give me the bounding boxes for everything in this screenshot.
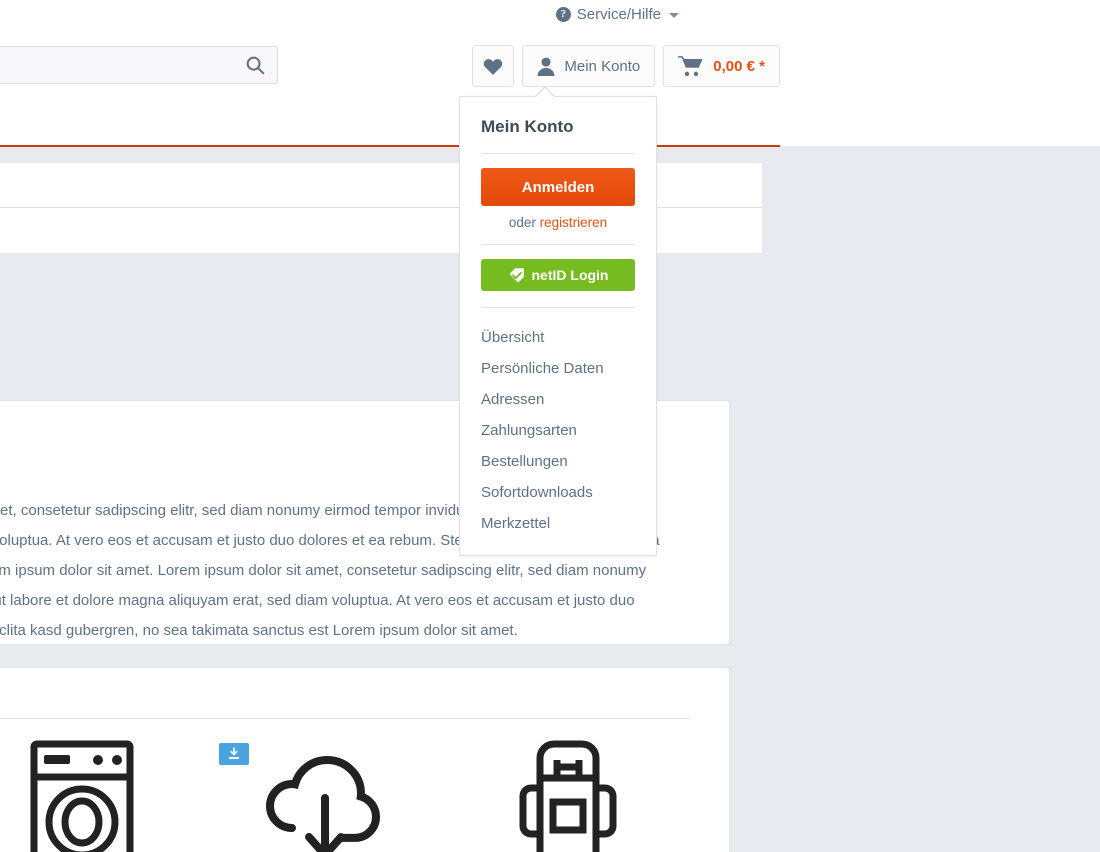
search-box[interactable] <box>0 46 278 84</box>
account-link-sofortdownloads[interactable]: Sofortdownloads <box>481 477 635 508</box>
backpack-icon <box>519 740 617 852</box>
register-prefix: oder <box>508 215 540 230</box>
divider <box>481 244 635 245</box>
service-help-menu[interactable]: ? Service/Hilfe <box>555 6 679 23</box>
account-link-bestellungen[interactable]: Bestellungen <box>481 446 635 477</box>
account-dropdown-links: Übersicht Persönliche Daten Adressen Zah… <box>481 322 635 539</box>
product-image[interactable] <box>457 730 680 852</box>
header-action-buttons: Mein Konto 0,00 € * <box>472 45 780 87</box>
account-link-zahlungsarten[interactable]: Zahlungsarten <box>481 415 635 446</box>
content-column: um sit amet, consetetur sadipscing elitr… <box>0 147 780 852</box>
question-circle-icon: ? <box>555 7 571 22</box>
login-button[interactable]: Anmelden <box>481 168 635 206</box>
product-card[interactable]: Hauptartikel mit ESD Download Inhalt 1 S… <box>203 730 446 852</box>
heart-icon <box>484 58 503 75</box>
page-background-gutter <box>780 146 1100 852</box>
netid-login-label: netID Login <box>531 267 609 283</box>
header-row: Mein Konto 0,00 € * <box>0 34 780 146</box>
product-listing-divider <box>0 718 690 719</box>
search-input[interactable] <box>0 56 233 74</box>
account-link-merkzettel[interactable]: Merkzettel <box>481 508 635 539</box>
cloud-download-icon <box>265 755 380 852</box>
article-line: t Lorem ipsum dolor sit amet. Lorem ipsu… <box>0 562 647 579</box>
account-link-persoenliche-daten[interactable]: Persönliche Daten <box>481 353 635 384</box>
register-prompt: oder registrieren <box>481 215 635 230</box>
netid-login-button[interactable]: netID Login <box>481 259 635 291</box>
service-help-label: Service/Hilfe <box>576 6 661 23</box>
divider <box>481 307 635 308</box>
product-listing-row: Hauptartikel mit E-Mail-Benachrichtigung… <box>0 730 690 852</box>
account-dropdown-title: Mein Konto <box>481 117 574 136</box>
search-submit-button[interactable] <box>233 47 277 83</box>
page-root: ? Service/Hilfe ff... Mein Konto 0,00 € … <box>0 0 1100 852</box>
washing-machine-icon <box>30 740 134 852</box>
top-utility-bar: ? Service/Hilfe <box>0 0 780 34</box>
product-card[interactable]: Hauptartikel mit E-Mail-Benachrichtigung… <box>0 730 203 852</box>
cart-button[interactable]: 0,00 € * <box>663 45 780 87</box>
product-image[interactable] <box>0 730 193 852</box>
cart-amount: 0,00 € * <box>713 57 765 75</box>
shopping-cart-icon <box>678 56 703 77</box>
chevron-down-icon <box>669 13 679 18</box>
account-dropdown-panel: Mein Konto Anmelden oder registrieren ne… <box>459 86 657 556</box>
article-line: . Stet clita kasd gubergren, no sea taki… <box>0 622 518 639</box>
esd-download-badge <box>219 743 250 765</box>
wishlist-button[interactable] <box>472 45 515 87</box>
account-button-label: Mein Konto <box>564 57 641 75</box>
product-image[interactable] <box>213 730 436 852</box>
esd-download-icon <box>229 747 240 760</box>
product-card[interactable]: Artikel mit Standard-Konfigurator Inhalt… <box>447 730 690 852</box>
user-icon <box>537 57 555 76</box>
article-line: dunt ut labore et dolore magna aliquyam … <box>0 592 635 609</box>
divider <box>481 153 635 154</box>
account-link-uebersicht[interactable]: Übersicht <box>481 322 635 353</box>
netid-tag-icon <box>509 267 524 283</box>
product-listing-card: Hauptartikel mit E-Mail-Benachrichtigung… <box>0 667 730 852</box>
account-button[interactable]: Mein Konto <box>522 45 656 87</box>
account-link-adressen[interactable]: Adressen <box>481 384 635 415</box>
dropdown-arrow-fill <box>535 88 555 98</box>
register-link[interactable]: registrieren <box>540 215 608 230</box>
search-icon <box>246 56 265 75</box>
